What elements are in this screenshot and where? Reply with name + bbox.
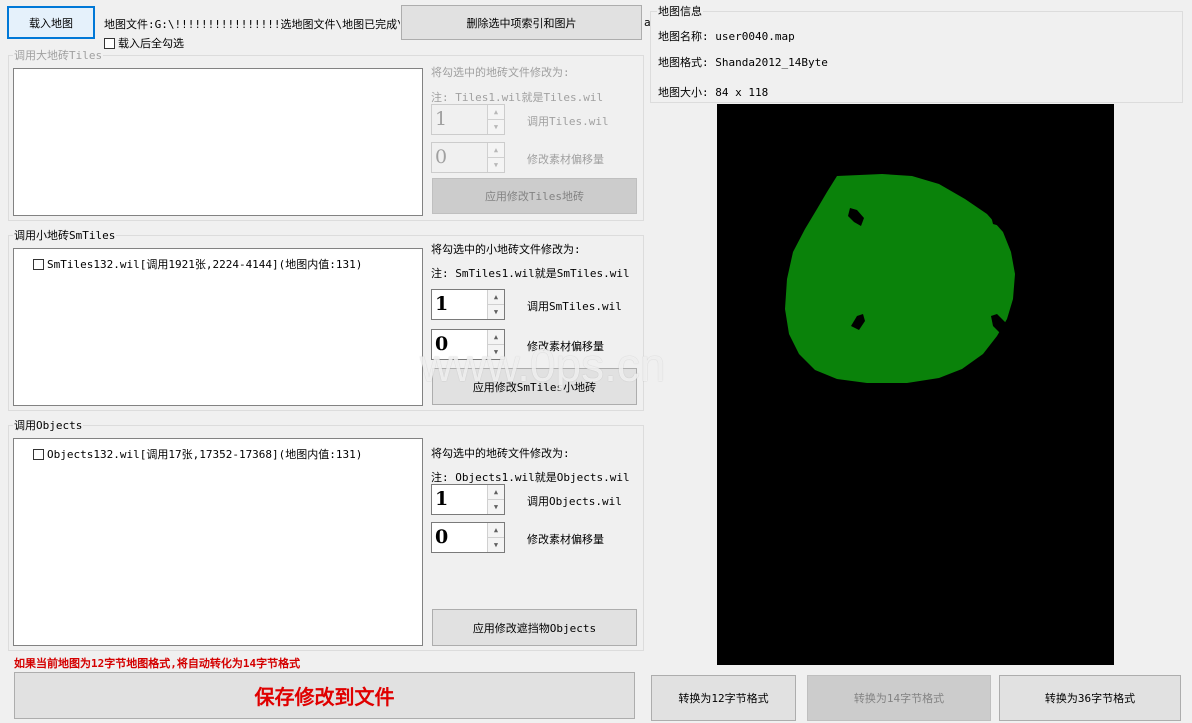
smtiles-modify-label: 将勾选中的小地砖文件修改为: xyxy=(431,243,581,256)
load-map-label: 载入地图 xyxy=(29,16,73,30)
convert-to-14byte-button[interactable]: 转换为14字节格式 xyxy=(807,675,991,721)
apply-smtiles-button[interactable]: 应用修改SmTiles小地砖 xyxy=(432,368,637,405)
delete-selected-button[interactable]: 删除选中项索引和图片 xyxy=(401,5,642,40)
load-map-button[interactable]: 载入地图 xyxy=(7,6,95,39)
apply-smtiles-label: 应用修改SmTiles小地砖 xyxy=(472,380,597,394)
notch-top-right xyxy=(991,208,1004,226)
tiles-file-spinner[interactable]: 1 ▲ ▼ xyxy=(431,104,505,135)
apply-tiles-label: 应用修改Tiles地砖 xyxy=(484,190,585,203)
map-preview-svg xyxy=(785,174,1015,383)
map-file-path: 地图文件:G:\!!!!!!!!!!!!!!!!选地图文件\地图已完成\ xyxy=(104,18,400,31)
map-info-group: 地图名称: user0040.map 地图格式: Shanda2012_14By… xyxy=(650,11,1183,103)
list-item[interactable]: Objects132.wil[调用17张,17352-17368](地图内值:1… xyxy=(33,446,362,462)
tiles-modify-label: 将勾选中的地砖文件修改为: xyxy=(431,66,570,79)
tiles-offset-spinner[interactable]: 0 ▲ ▼ xyxy=(431,142,505,173)
tiles-file-value: 1 xyxy=(435,108,448,130)
spin-down-icon[interactable]: ▼ xyxy=(488,538,504,552)
save-to-file-button[interactable]: 保存修改到文件 xyxy=(14,672,635,719)
smtiles-file-label: 调用SmTiles.wil xyxy=(527,300,622,313)
tiles-group-title: 调用大地砖Tiles xyxy=(13,47,104,63)
objects-note: 注: Objects1.wil就是Objects.wil xyxy=(431,471,630,484)
smtiles-file-value: 1 xyxy=(435,293,449,315)
spin-down-icon[interactable]: ▼ xyxy=(488,158,504,172)
save-to-file-label: 保存修改到文件 xyxy=(254,685,395,709)
smtiles-file-spinner[interactable]: 1 ▲ ▼ xyxy=(431,289,505,320)
tiles-listbox[interactable] xyxy=(13,68,423,216)
smtiles-item-label: SmTiles132.wil[调用1921张,2224-4144](地图内值:1… xyxy=(47,258,363,271)
objects-offset-label: 修改素材偏移量 xyxy=(527,533,604,546)
apply-tiles-button[interactable]: 应用修改Tiles地砖 xyxy=(432,178,637,214)
list-item-checkbox[interactable] xyxy=(33,448,44,460)
map-info-title: 地图信息 xyxy=(657,3,703,19)
select-all-label: 载入后全勾选 xyxy=(118,37,184,50)
spin-up-icon[interactable]: ▲ xyxy=(488,143,504,158)
smtiles-listbox[interactable]: SmTiles132.wil[调用1921张,2224-4144](地图内值:1… xyxy=(13,248,423,406)
tiles-file-label: 调用Tiles.wil xyxy=(527,115,609,128)
spin-down-icon[interactable]: ▼ xyxy=(488,500,504,514)
spin-up-icon[interactable]: ▲ xyxy=(488,105,504,120)
spin-up-icon[interactable]: ▲ xyxy=(488,523,504,538)
objects-modify-label: 将勾选中的地砖文件修改为: xyxy=(431,447,570,460)
spin-down-icon[interactable]: ▼ xyxy=(488,120,504,134)
apply-objects-button[interactable]: 应用修改遮挡物Objects xyxy=(432,609,637,646)
spin-up-icon[interactable]: ▲ xyxy=(488,485,504,500)
select-all-after-load-checkbox[interactable]: 载入后全勾选 xyxy=(104,35,184,51)
objects-offset-value: 0 xyxy=(435,526,449,548)
tiles-offset-value: 0 xyxy=(435,146,448,168)
spin-up-icon[interactable]: ▲ xyxy=(488,290,504,305)
tiles-offset-label: 修改素材偏移量 xyxy=(527,153,604,166)
convert-to-36byte-button[interactable]: 转换为36字节格式 xyxy=(999,675,1181,721)
convert-36-label: 转换为36字节格式 xyxy=(1044,692,1136,705)
objects-file-value: 1 xyxy=(435,488,449,510)
convert-14-label: 转换为14字节格式 xyxy=(853,692,945,705)
smtiles-offset-label: 修改素材偏移量 xyxy=(527,340,604,353)
map-preview[interactable] xyxy=(717,104,1114,665)
objects-group-title: 调用Objects xyxy=(13,417,84,433)
objects-file-spinner[interactable]: 1 ▲ ▼ xyxy=(431,484,505,515)
green-blob xyxy=(785,174,1015,383)
list-item-checkbox[interactable] xyxy=(33,258,44,270)
spin-up-icon[interactable]: ▲ xyxy=(488,330,504,345)
spin-down-icon[interactable]: ▼ xyxy=(488,305,504,319)
convert-to-12byte-button[interactable]: 转换为12字节格式 xyxy=(651,675,796,721)
format-warning: 如果当前地图为12字节地图格式,将自动转化为14字节格式 xyxy=(14,657,301,670)
smtiles-group-title: 调用小地砖SmTiles xyxy=(13,227,117,243)
convert-12-label: 转换为12字节格式 xyxy=(678,692,769,705)
smtiles-offset-spinner[interactable]: 0 ▲ ▼ xyxy=(431,329,505,360)
objects-file-label: 调用Objects.wil xyxy=(527,495,622,508)
list-item[interactable]: SmTiles132.wil[调用1921张,2224-4144](地图内值:1… xyxy=(33,256,362,272)
objects-item-label: Objects132.wil[调用17张,17352-17368](地图内值:1… xyxy=(47,448,363,461)
smtiles-note: 注: SmTiles1.wil就是SmTiles.wil xyxy=(431,267,630,280)
delete-selected-label: 删除选中项索引和图片 xyxy=(466,16,577,30)
select-all-checkbox-box[interactable] xyxy=(104,37,115,49)
map-format: 地图格式: Shanda2012_14Byte xyxy=(658,56,828,69)
objects-listbox[interactable]: Objects132.wil[调用17张,17352-17368](地图内值:1… xyxy=(13,438,423,646)
map-name: 地图名称: user0040.map xyxy=(658,30,795,43)
spin-down-icon[interactable]: ▼ xyxy=(488,345,504,359)
apply-objects-label: 应用修改遮挡物Objects xyxy=(472,621,597,635)
map-size: 地图大小: 84 x 118 xyxy=(658,86,769,99)
green-area xyxy=(785,174,1015,383)
tiles-note: 注: Tiles1.wil就是Tiles.wil xyxy=(431,91,604,104)
objects-offset-spinner[interactable]: 0 ▲ ▼ xyxy=(431,522,505,553)
smtiles-offset-value: 0 xyxy=(435,333,449,355)
